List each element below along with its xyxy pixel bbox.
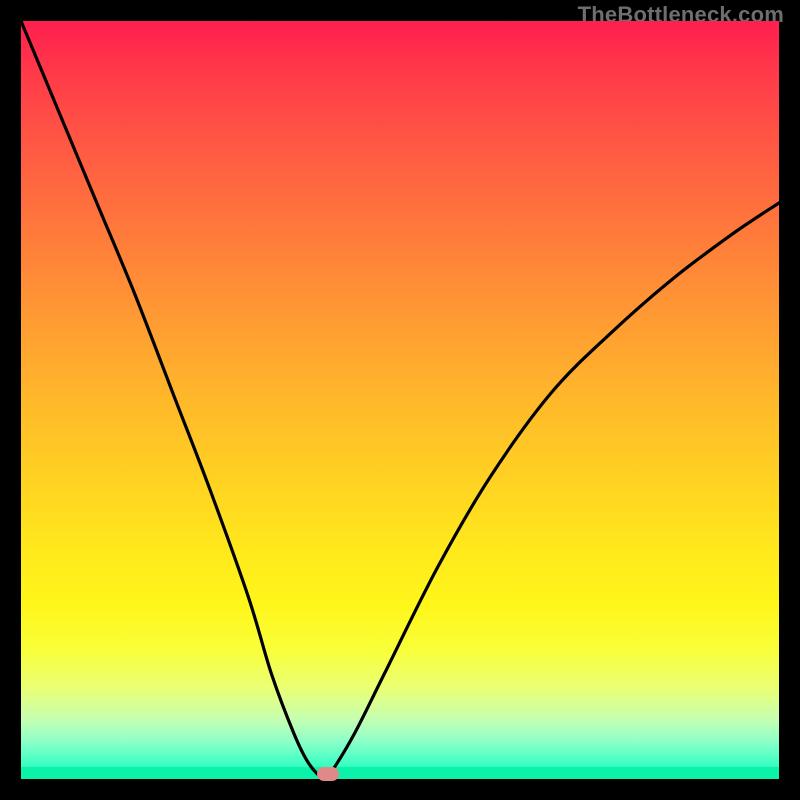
- bottleneck-curve: [21, 21, 779, 779]
- plot-area: [21, 21, 779, 779]
- chart-frame: TheBottleneck.com: [0, 0, 800, 800]
- optimal-marker: [317, 767, 339, 781]
- optimal-band: [21, 767, 779, 779]
- curve-svg: [21, 21, 779, 779]
